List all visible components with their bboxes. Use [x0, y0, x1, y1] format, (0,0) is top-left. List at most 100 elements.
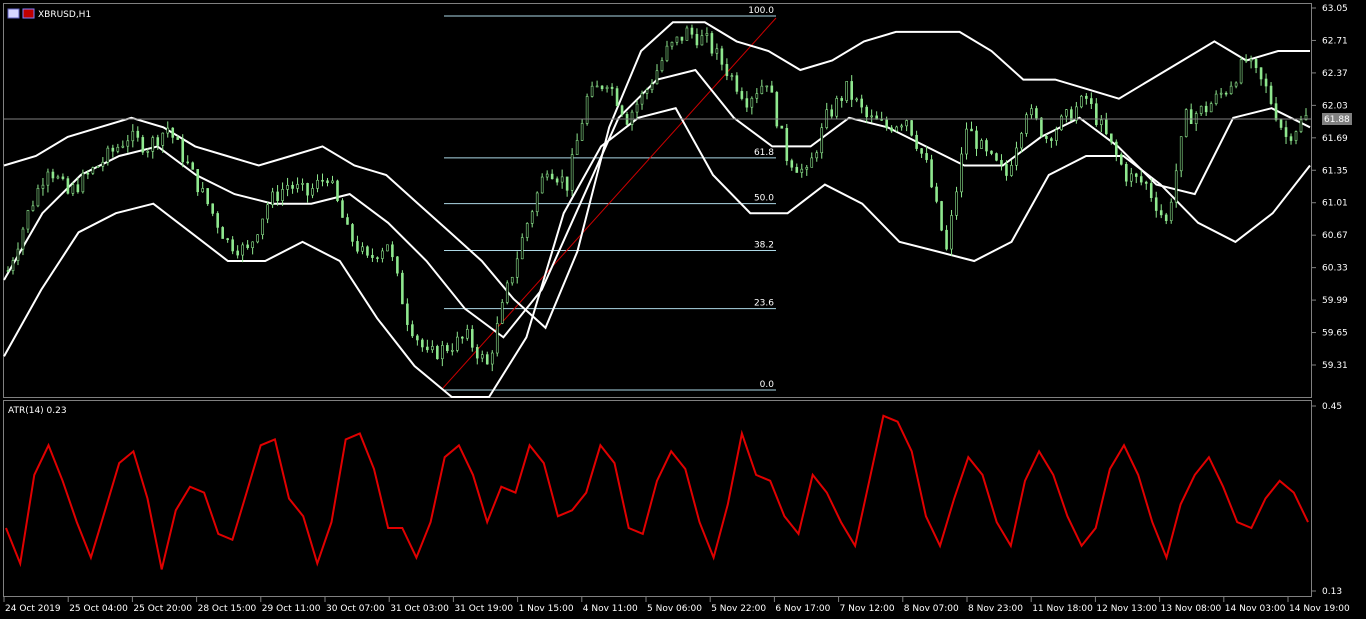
candle-body	[11, 260, 15, 271]
candle-body	[785, 127, 789, 161]
candle-body	[615, 88, 619, 107]
candle-body	[1030, 108, 1033, 116]
candle-body	[860, 98, 863, 108]
candle-body	[261, 218, 264, 236]
candle-body	[500, 302, 504, 324]
candle-body	[710, 33, 714, 54]
candle-body	[520, 237, 524, 260]
candle-body	[1229, 85, 1233, 94]
candle-body	[985, 140, 988, 152]
candle-body	[446, 345, 449, 352]
candle-body	[1129, 173, 1133, 182]
candle-body	[1119, 154, 1123, 165]
price-tick-label: 61.01	[1322, 199, 1348, 209]
time-tick-label: 25 Oct 20:00	[133, 604, 192, 614]
candle-body	[161, 132, 165, 146]
candle-body	[485, 354, 489, 365]
candle-body	[101, 161, 105, 167]
candle-body	[905, 120, 908, 127]
candle-body	[166, 127, 170, 134]
candle-body	[775, 92, 779, 127]
candle-body	[705, 33, 709, 36]
candle-body	[106, 147, 110, 163]
price-tick-label: 59.99	[1322, 296, 1348, 306]
candle-body	[665, 45, 669, 61]
candle-body	[1254, 58, 1258, 68]
candle-body	[695, 34, 699, 46]
candle-body	[920, 148, 923, 154]
candle-body	[391, 244, 394, 258]
candle-body	[111, 147, 115, 152]
price-tick-label: 62.71	[1322, 36, 1348, 46]
time-tick-label: 8 Nov 07:00	[904, 604, 959, 614]
time-axis: 24 Oct 2019 25 Oct 04:00 25 Oct 20:00 28 Oc…	[3, 597, 1350, 614]
candle-body	[770, 85, 774, 93]
candle-body	[595, 85, 599, 88]
candle-body	[1144, 181, 1148, 184]
candle-body	[126, 140, 130, 147]
candle-body	[216, 213, 219, 228]
candle-body	[470, 329, 474, 348]
candle-body	[256, 234, 259, 243]
time-tick-label: 5 Nov 06:00	[647, 604, 702, 614]
candle-body	[321, 179, 324, 182]
candle-body	[885, 119, 888, 129]
candle-body	[1040, 117, 1043, 137]
candle-body	[116, 146, 120, 152]
candle-body	[980, 140, 983, 149]
candle-body	[351, 224, 354, 242]
candle-body	[51, 171, 55, 179]
candle-body	[840, 98, 844, 101]
candle-body	[1164, 214, 1168, 221]
fib-level-label: 38.2	[754, 240, 774, 250]
flag-icon	[22, 8, 35, 19]
candle-body	[141, 137, 145, 153]
candle-body	[1154, 197, 1158, 211]
candle-body	[800, 168, 804, 173]
candle-body	[975, 130, 978, 149]
candle-body	[1259, 67, 1263, 80]
candle-body	[655, 70, 659, 85]
candle-body	[1284, 127, 1288, 137]
candle-body	[730, 75, 734, 77]
candle-body	[610, 86, 614, 89]
candle-body	[451, 350, 454, 352]
time-tick-label: 11 Nov 18:00	[1032, 604, 1093, 614]
candle-body	[181, 139, 185, 163]
candle-body	[550, 173, 554, 180]
candle-body	[1234, 82, 1238, 87]
candle-body	[735, 75, 739, 92]
candle-body	[670, 41, 674, 47]
candle-body	[915, 134, 918, 149]
candle-body	[460, 336, 464, 339]
candle-body	[306, 183, 309, 196]
candle-body	[805, 167, 809, 170]
time-tick-label: 29 Oct 11:00	[262, 604, 321, 614]
candle-body	[386, 244, 389, 252]
candle-body	[810, 157, 814, 168]
candle-body	[505, 282, 509, 303]
candle-body	[645, 89, 649, 94]
fibonacci-retracement[interactable]: 100.0 61.8 50.0 38.2 23.6 0.0	[444, 6, 776, 391]
candle-body	[401, 272, 404, 305]
candle-body	[1199, 105, 1203, 114]
candle-body	[211, 203, 214, 214]
candle-body	[620, 105, 624, 115]
candle-body	[66, 178, 70, 194]
candle-body	[965, 128, 968, 155]
price-tick-label: 61.35	[1322, 166, 1348, 176]
candle-body	[945, 229, 948, 250]
candle-body	[371, 254, 374, 258]
candle-body	[835, 98, 839, 117]
candle-body	[1085, 95, 1088, 99]
candle-body	[1055, 129, 1058, 141]
chart-canvas[interactable]: 100.0 61.8 50.0 38.2 23.6 0.0 63.05 62.71 62.37…	[0, 0, 1366, 619]
candle-body	[1095, 103, 1098, 125]
candle-body	[510, 276, 514, 284]
price-tick-label: 63.05	[1322, 4, 1348, 14]
candle-body	[1105, 119, 1108, 135]
candle-body	[1289, 136, 1293, 141]
time-tick-label: 6 Nov 17:00	[775, 604, 830, 614]
candle-body	[565, 176, 569, 191]
time-tick-label: 13 Nov 08:00	[1161, 604, 1222, 614]
